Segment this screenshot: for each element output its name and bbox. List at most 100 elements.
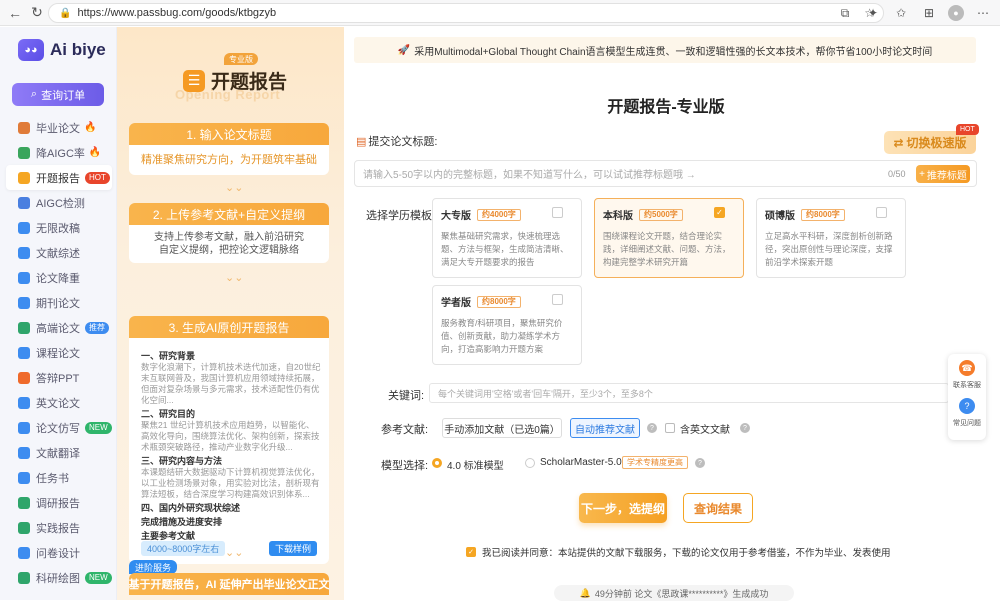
- card-checkbox-checked[interactable]: ✓: [714, 207, 725, 218]
- sidebar-item[interactable]: 问卷设计: [6, 540, 112, 565]
- card-name: 大专版: [441, 211, 471, 222]
- manual-reference-button[interactable]: 手动添加文献（已选0篇）: [442, 418, 562, 438]
- help-icon[interactable]: ?: [647, 423, 657, 433]
- sidebar-item[interactable]: 高端论文 推荐: [6, 315, 112, 340]
- sidebar-item[interactable]: 文献综述: [6, 240, 112, 265]
- faq-label[interactable]: 常见问题: [953, 418, 981, 428]
- chevron-down-icon: ⌄⌄: [225, 547, 244, 559]
- chevron-down-icon: ⌄⌄: [225, 182, 244, 194]
- address-bar[interactable]: 🔒 https://www.passbug.com/goods/ktbgzyb …: [48, 3, 884, 23]
- sidebar-item[interactable]: 无限改稿: [6, 215, 112, 240]
- reference-label: 参考文献:: [381, 424, 429, 436]
- model1-radio[interactable]: [432, 458, 442, 468]
- logo-text: Ai biye: [50, 40, 106, 59]
- reload-icon[interactable]: ↻: [26, 2, 48, 24]
- report-icon: [18, 171, 30, 184]
- sidebar-item[interactable]: 开题报告 HOT: [6, 165, 112, 190]
- activity-ticker: 🔔 49分钟前 论文《思政课**********》生成成功: [554, 585, 794, 601]
- sidebar-item[interactable]: 科研绘图 NEW: [6, 565, 112, 590]
- graduation-icon: [18, 121, 30, 134]
- sidebar-item-label: 论文降重: [36, 272, 80, 285]
- step1-head: 1. 输入论文标题: [129, 123, 329, 145]
- questionnaire-icon: [18, 546, 30, 559]
- help-icon[interactable]: ?: [740, 423, 750, 433]
- card-desc: 服务教育/科研项目，聚焦研究价值、创新贡献，助力凝练学术方向，打造高影响力开题方…: [441, 318, 563, 354]
- sidebar-item-label: 文献翻译: [36, 447, 80, 460]
- sidebar-menu: 毕业论文 🔥 降AIGC率 🔥 开题报告 HOT AIGC检测 无限改稿 文献综述论文降重期刊论…: [6, 115, 112, 590]
- premium-icon: [18, 321, 30, 334]
- sidebar-item[interactable]: 论文降重: [6, 265, 112, 290]
- word-count-badge: 4000~8000字左右: [141, 541, 226, 556]
- card-name: 硕博版: [765, 211, 795, 222]
- sidebar-item[interactable]: 答辩PPT: [6, 365, 112, 390]
- card-words: 约5000字: [639, 208, 683, 221]
- sidebar-item[interactable]: AIGC检测: [6, 190, 112, 215]
- auto-reference-button[interactable]: 自动推荐文献: [570, 418, 640, 438]
- sidebar-item[interactable]: 期刊论文: [6, 290, 112, 315]
- card-name: 学者版: [441, 298, 471, 309]
- agreement-text: 我已阅读并同意：本站提供的文献下载服务，下载的论文仅用于参考借鉴，不作为毕业、发…: [482, 548, 891, 559]
- keyword-label: 关键词:: [388, 390, 425, 402]
- card-desc: 围绕课程论文开题，结合理论实践，详细阐述文献、问题、方法，构建完整学术研究开篇: [603, 231, 731, 267]
- card-scholar[interactable]: 学者版 约8000字 服务教育/科研项目，聚焦研究价值、创新贡献，助力凝练学术方向…: [432, 285, 582, 365]
- query-result-button[interactable]: 查询结果: [683, 493, 753, 523]
- card-checkbox[interactable]: [876, 207, 887, 218]
- advanced-service-tag: 进阶服务: [129, 560, 178, 574]
- keyword-input[interactable]: 每个关键词用'空格'或者'回车'隔开，至少3个，至多8个: [429, 383, 949, 403]
- customer-service-label[interactable]: 联系客服: [953, 380, 981, 390]
- advanced-service-bar[interactable]: 基于开题报告，AI 延伸产出毕业论文正文: [129, 573, 329, 595]
- banner-text: 采用Multimodal+Global Thought Chain语言模型生成连…: [414, 46, 933, 58]
- step1-body: 精准聚焦研究方向，为开题筑牢基础: [129, 145, 329, 175]
- sidebar-item[interactable]: 论文仿写 NEW: [6, 415, 112, 440]
- english-reference-checkbox[interactable]: [665, 423, 675, 433]
- sidebar-item-label: 期刊论文: [36, 297, 80, 310]
- card-master[interactable]: 硕博版 约8000字 立足高水平科研，深度剖析创新路径，突出原创性与理论深度，支撑…: [756, 198, 906, 278]
- chevron-down-icon: ⌄⌄: [225, 272, 244, 284]
- query-order-button[interactable]: ⌕ 查询订单: [12, 83, 104, 106]
- ppt-icon: [18, 371, 30, 384]
- faq-icon[interactable]: ?: [959, 398, 975, 414]
- info-banner: 🚀 采用Multimodal+Global Thought Chain语言模型生…: [354, 37, 976, 63]
- url-text: https://www.passbug.com/goods/ktbgzyb: [77, 7, 277, 19]
- card-desc: 立足高水平科研，深度剖析创新路径，突出原创性与理论深度，支撑前沿学术探索开题: [765, 231, 893, 267]
- sidebar-item[interactable]: 毕业论文 🔥: [6, 115, 112, 140]
- logo[interactable]: ◕◕ Ai biye: [18, 39, 106, 61]
- journal-icon: [18, 296, 30, 309]
- page-title: 开题报告-专业版: [607, 99, 725, 116]
- agreement: ✓ 我已阅读并同意：本站提供的文献下载服务，下载的论文仅用于参考借鉴，不作为毕业…: [466, 545, 891, 559]
- model1-label: 4.0 标准模型: [447, 461, 504, 472]
- recommend-title-button[interactable]: + 推荐标题: [916, 165, 970, 183]
- agreement-checkbox[interactable]: ✓: [466, 547, 476, 557]
- robot-icon: ◕◕: [18, 39, 44, 61]
- customer-service-icon[interactable]: ☎: [959, 360, 975, 376]
- favorites-icon[interactable]: ✩: [892, 3, 910, 23]
- card-checkbox[interactable]: [552, 207, 563, 218]
- ticker-text: 49分钟前 论文《思政课**********》生成成功: [594, 588, 769, 599]
- sidebar-item[interactable]: 降AIGC率 🔥: [6, 140, 112, 165]
- collections-icon[interactable]: ⊞: [920, 3, 938, 23]
- title-input[interactable]: 请输入5-50字以内的完整标题，如果不知道写什么，可以试试推荐标题哦 →: [354, 160, 977, 187]
- card-checkbox[interactable]: [552, 294, 563, 305]
- card-associate[interactable]: 大专版 约4000字 聚焦基础研究需求，快速梳理选题、方法与框架，生成简洁清晰、满…: [432, 198, 582, 278]
- fire-icon: 🔥: [88, 147, 102, 158]
- next-step-button[interactable]: 下一步，选提纲: [579, 493, 667, 523]
- sidebar-item[interactable]: 调研报告: [6, 490, 112, 515]
- split-screen-icon[interactable]: ⧉: [836, 3, 854, 23]
- card-bachelor[interactable]: 本科版 约5000字 ✓ 围绕课程论文开题，结合理论实践，详细阐述文献、问题、方法…: [594, 198, 744, 278]
- sidebar-item[interactable]: 任务书: [6, 465, 112, 490]
- more-menu-icon[interactable]: ⋯: [974, 3, 992, 23]
- back-arrow-icon[interactable]: ←: [4, 2, 26, 24]
- sidebar-item[interactable]: 实践报告: [6, 515, 112, 540]
- sidebar-item[interactable]: 文献翻译: [6, 440, 112, 465]
- sidebar-item[interactable]: 英文论文: [6, 390, 112, 415]
- browser-actions: ⧉ ✦ ✩ ⊞ ● ⋯: [836, 3, 992, 23]
- profile-avatar-icon[interactable]: ●: [948, 5, 964, 21]
- floating-help-panel: ☎ 联系客服 ? 常见问题: [948, 354, 986, 440]
- extensions-icon[interactable]: ✦: [864, 3, 882, 23]
- model2-radio[interactable]: [525, 458, 535, 468]
- step2-body-line1: 支持上传参考文献，融入前沿研究: [154, 232, 304, 243]
- query-order-label: 查询订单: [41, 89, 86, 102]
- sidebar-item[interactable]: 课程论文: [6, 340, 112, 365]
- download-sample-button[interactable]: 下载样例: [268, 541, 317, 556]
- help-icon[interactable]: ?: [695, 458, 705, 468]
